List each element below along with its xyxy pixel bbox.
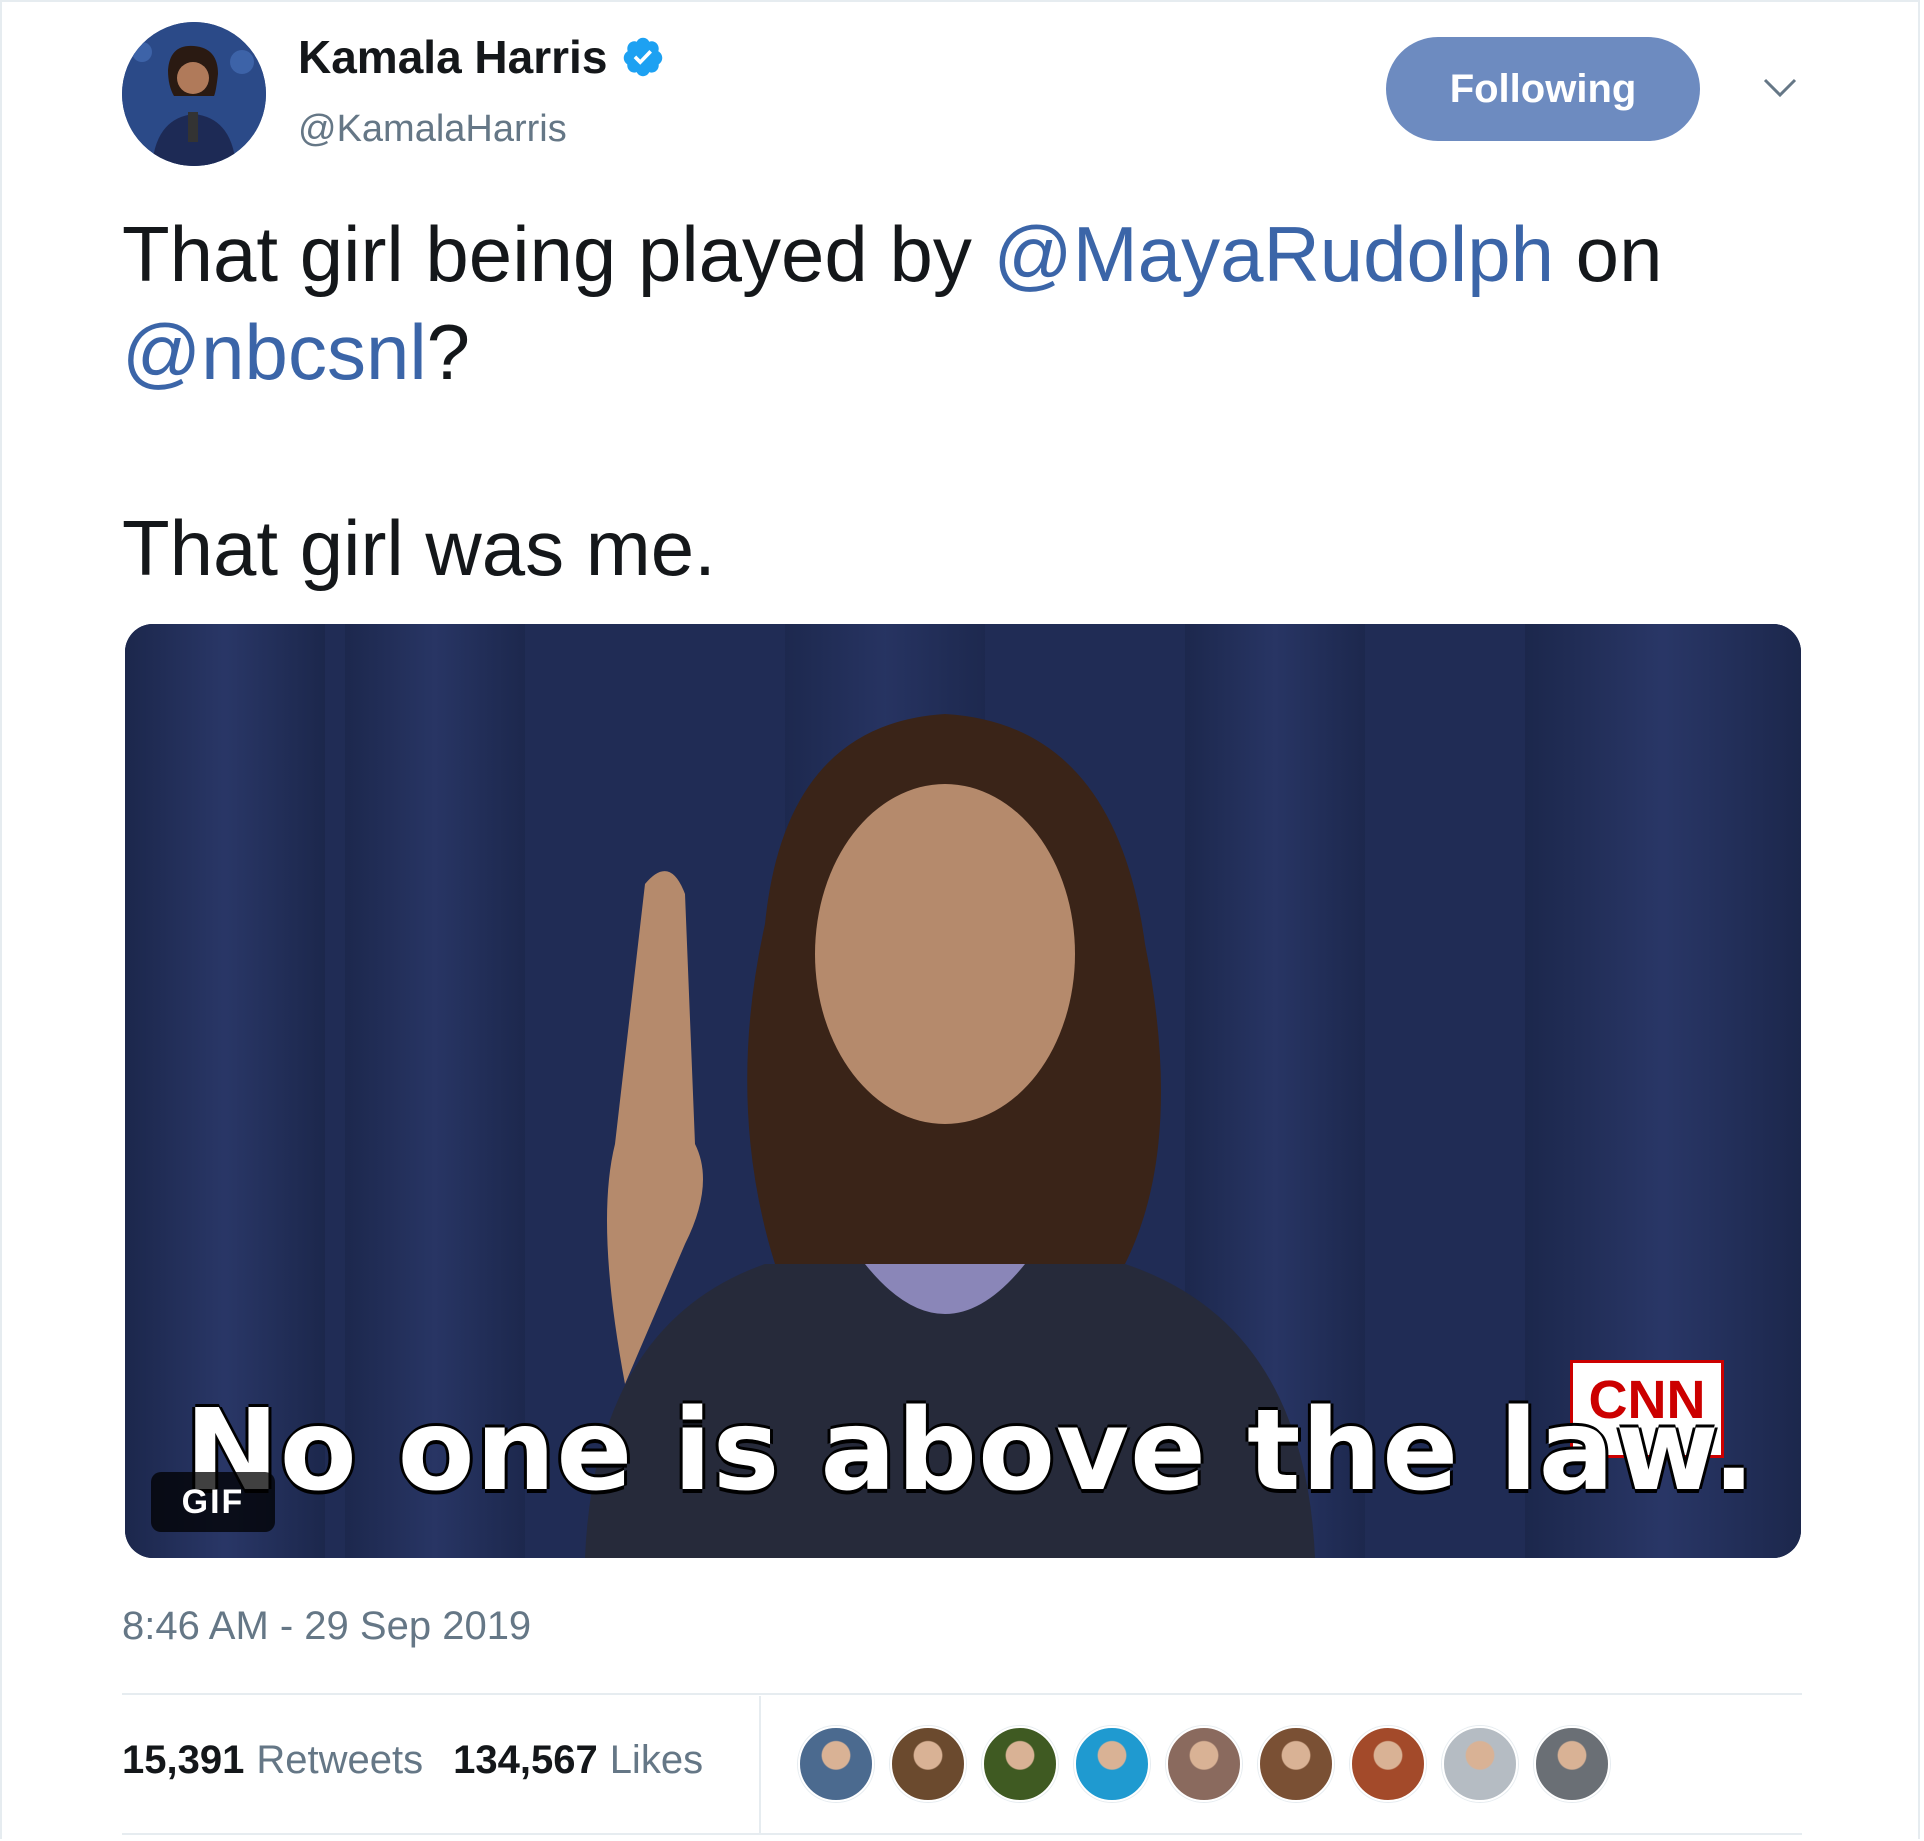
gif-media[interactable]: CNN No one is above the law. GIF [125, 624, 1801, 1558]
mention-nbcsnl[interactable]: @nbcsnl [122, 308, 427, 396]
display-name[interactable]: Kamala Harris [298, 30, 665, 84]
following-button[interactable]: Following [1386, 37, 1700, 141]
liker-avatar[interactable] [982, 1726, 1058, 1802]
gif-badge: GIF [151, 1472, 275, 1532]
liker-avatars [798, 1726, 1610, 1802]
avatar-image [122, 22, 266, 166]
liker-avatar[interactable] [1350, 1726, 1426, 1802]
likes-stat[interactable]: 134,567 Likes [453, 1738, 703, 1783]
user-handle[interactable]: @KamalaHarris [298, 108, 567, 151]
chevron-down-icon[interactable] [1762, 76, 1798, 100]
liker-avatar[interactable] [1534, 1726, 1610, 1802]
liker-avatar[interactable] [890, 1726, 966, 1802]
divider [122, 1693, 1802, 1695]
tweet-line-2: @nbcsnl? [122, 308, 471, 396]
display-name-text: Kamala Harris [298, 31, 608, 83]
retweets-stat[interactable]: 15,391 Retweets [122, 1738, 423, 1783]
liker-avatar[interactable] [1074, 1726, 1150, 1802]
tweet-stats: 15,391 Retweets 134,567 Likes [122, 1738, 703, 1783]
liker-avatar[interactable] [1258, 1726, 1334, 1802]
mention-mayarudolph[interactable]: @MayaRudolph [994, 210, 1554, 298]
tweet-text: That girl being played by @MayaRudolph o… [122, 205, 1822, 597]
stats-separator [759, 1696, 761, 1833]
divider [122, 1833, 1802, 1835]
liker-avatar[interactable] [1166, 1726, 1242, 1802]
avatar[interactable] [122, 22, 266, 166]
tweet-timestamp[interactable]: 8:46 AM - 29 Sep 2019 [122, 1604, 531, 1649]
verified-badge-icon [624, 37, 663, 77]
gif-caption: No one is above the law. [185, 1386, 1757, 1516]
liker-avatar[interactable] [1442, 1726, 1518, 1802]
tweet-line-1: That girl being played by @MayaRudolph o… [122, 210, 1663, 298]
liker-avatar[interactable] [798, 1726, 874, 1802]
tweet-line-3: That girl was me. [122, 504, 716, 592]
